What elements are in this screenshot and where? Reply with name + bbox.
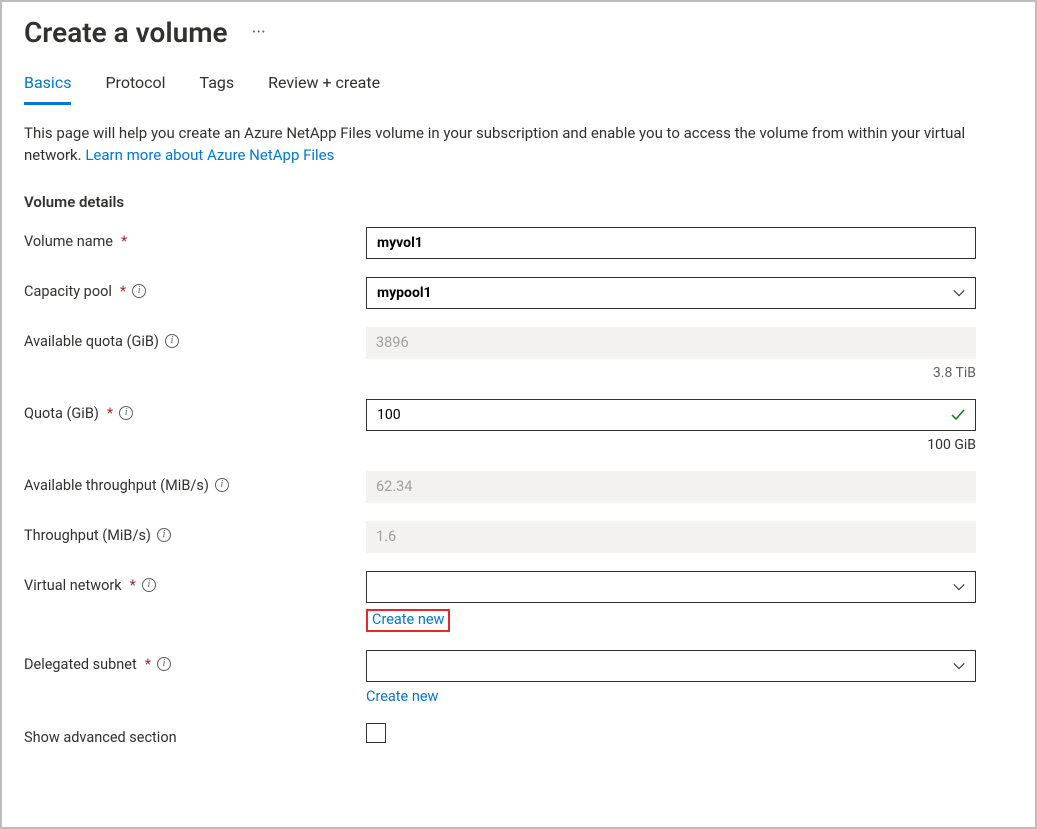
tab-tags[interactable]: Tags	[200, 69, 235, 105]
page-title: Create a volume	[24, 16, 228, 49]
tab-review[interactable]: Review + create	[268, 69, 380, 105]
quota-helper: 100 GiB	[366, 437, 976, 453]
show-advanced-label: Show advanced section	[24, 729, 177, 746]
subnet-create-new-link[interactable]: Create new	[366, 688, 438, 705]
info-icon[interactable]: i	[157, 528, 171, 542]
info-icon[interactable]: i	[157, 657, 171, 671]
info-icon[interactable]: i	[215, 478, 229, 492]
show-advanced-checkbox[interactable]	[366, 723, 386, 743]
required-icon: *	[107, 405, 113, 422]
vnet-select[interactable]	[366, 571, 976, 603]
vnet-label: Virtual network	[24, 577, 122, 594]
info-icon[interactable]: i	[132, 284, 146, 298]
available-quota-helper: 3.8 TiB	[366, 365, 976, 381]
volume-name-label: Volume name	[24, 233, 113, 250]
learn-more-link[interactable]: Learn more about Azure NetApp Files	[85, 146, 334, 164]
available-quota-label: Available quota (GiB)	[24, 333, 159, 350]
tabs: Basics Protocol Tags Review + create	[24, 69, 1013, 105]
info-icon[interactable]: i	[165, 334, 179, 348]
subnet-select[interactable]	[366, 650, 976, 682]
quota-label: Quota (GiB)	[24, 405, 99, 422]
capacity-pool-select[interactable]	[366, 277, 976, 309]
capacity-pool-label: Capacity pool	[24, 283, 112, 300]
available-throughput-label: Available throughput (MiB/s)	[24, 477, 209, 494]
volume-name-input[interactable]	[366, 227, 976, 259]
tab-basics[interactable]: Basics	[24, 69, 71, 105]
available-throughput-value: 62.34	[366, 471, 976, 503]
required-icon: *	[130, 577, 136, 594]
info-icon[interactable]: i	[142, 578, 156, 592]
vnet-create-new-link[interactable]: Create new	[366, 609, 450, 632]
info-icon[interactable]: i	[119, 406, 133, 420]
available-quota-value: 3896	[366, 327, 976, 359]
required-icon: *	[145, 656, 151, 673]
tab-protocol[interactable]: Protocol	[105, 69, 165, 105]
required-icon: *	[120, 283, 126, 300]
more-actions-button[interactable]: ···	[252, 22, 266, 43]
required-icon: *	[121, 233, 127, 250]
checkmark-icon	[950, 407, 966, 423]
throughput-value: 1.6	[366, 521, 976, 553]
section-title: Volume details	[24, 193, 1013, 211]
page-description: This page will help you create an Azure …	[24, 123, 1004, 167]
throughput-label: Throughput (MiB/s)	[24, 527, 151, 544]
subnet-label: Delegated subnet	[24, 656, 137, 673]
quota-input[interactable]	[366, 399, 976, 431]
